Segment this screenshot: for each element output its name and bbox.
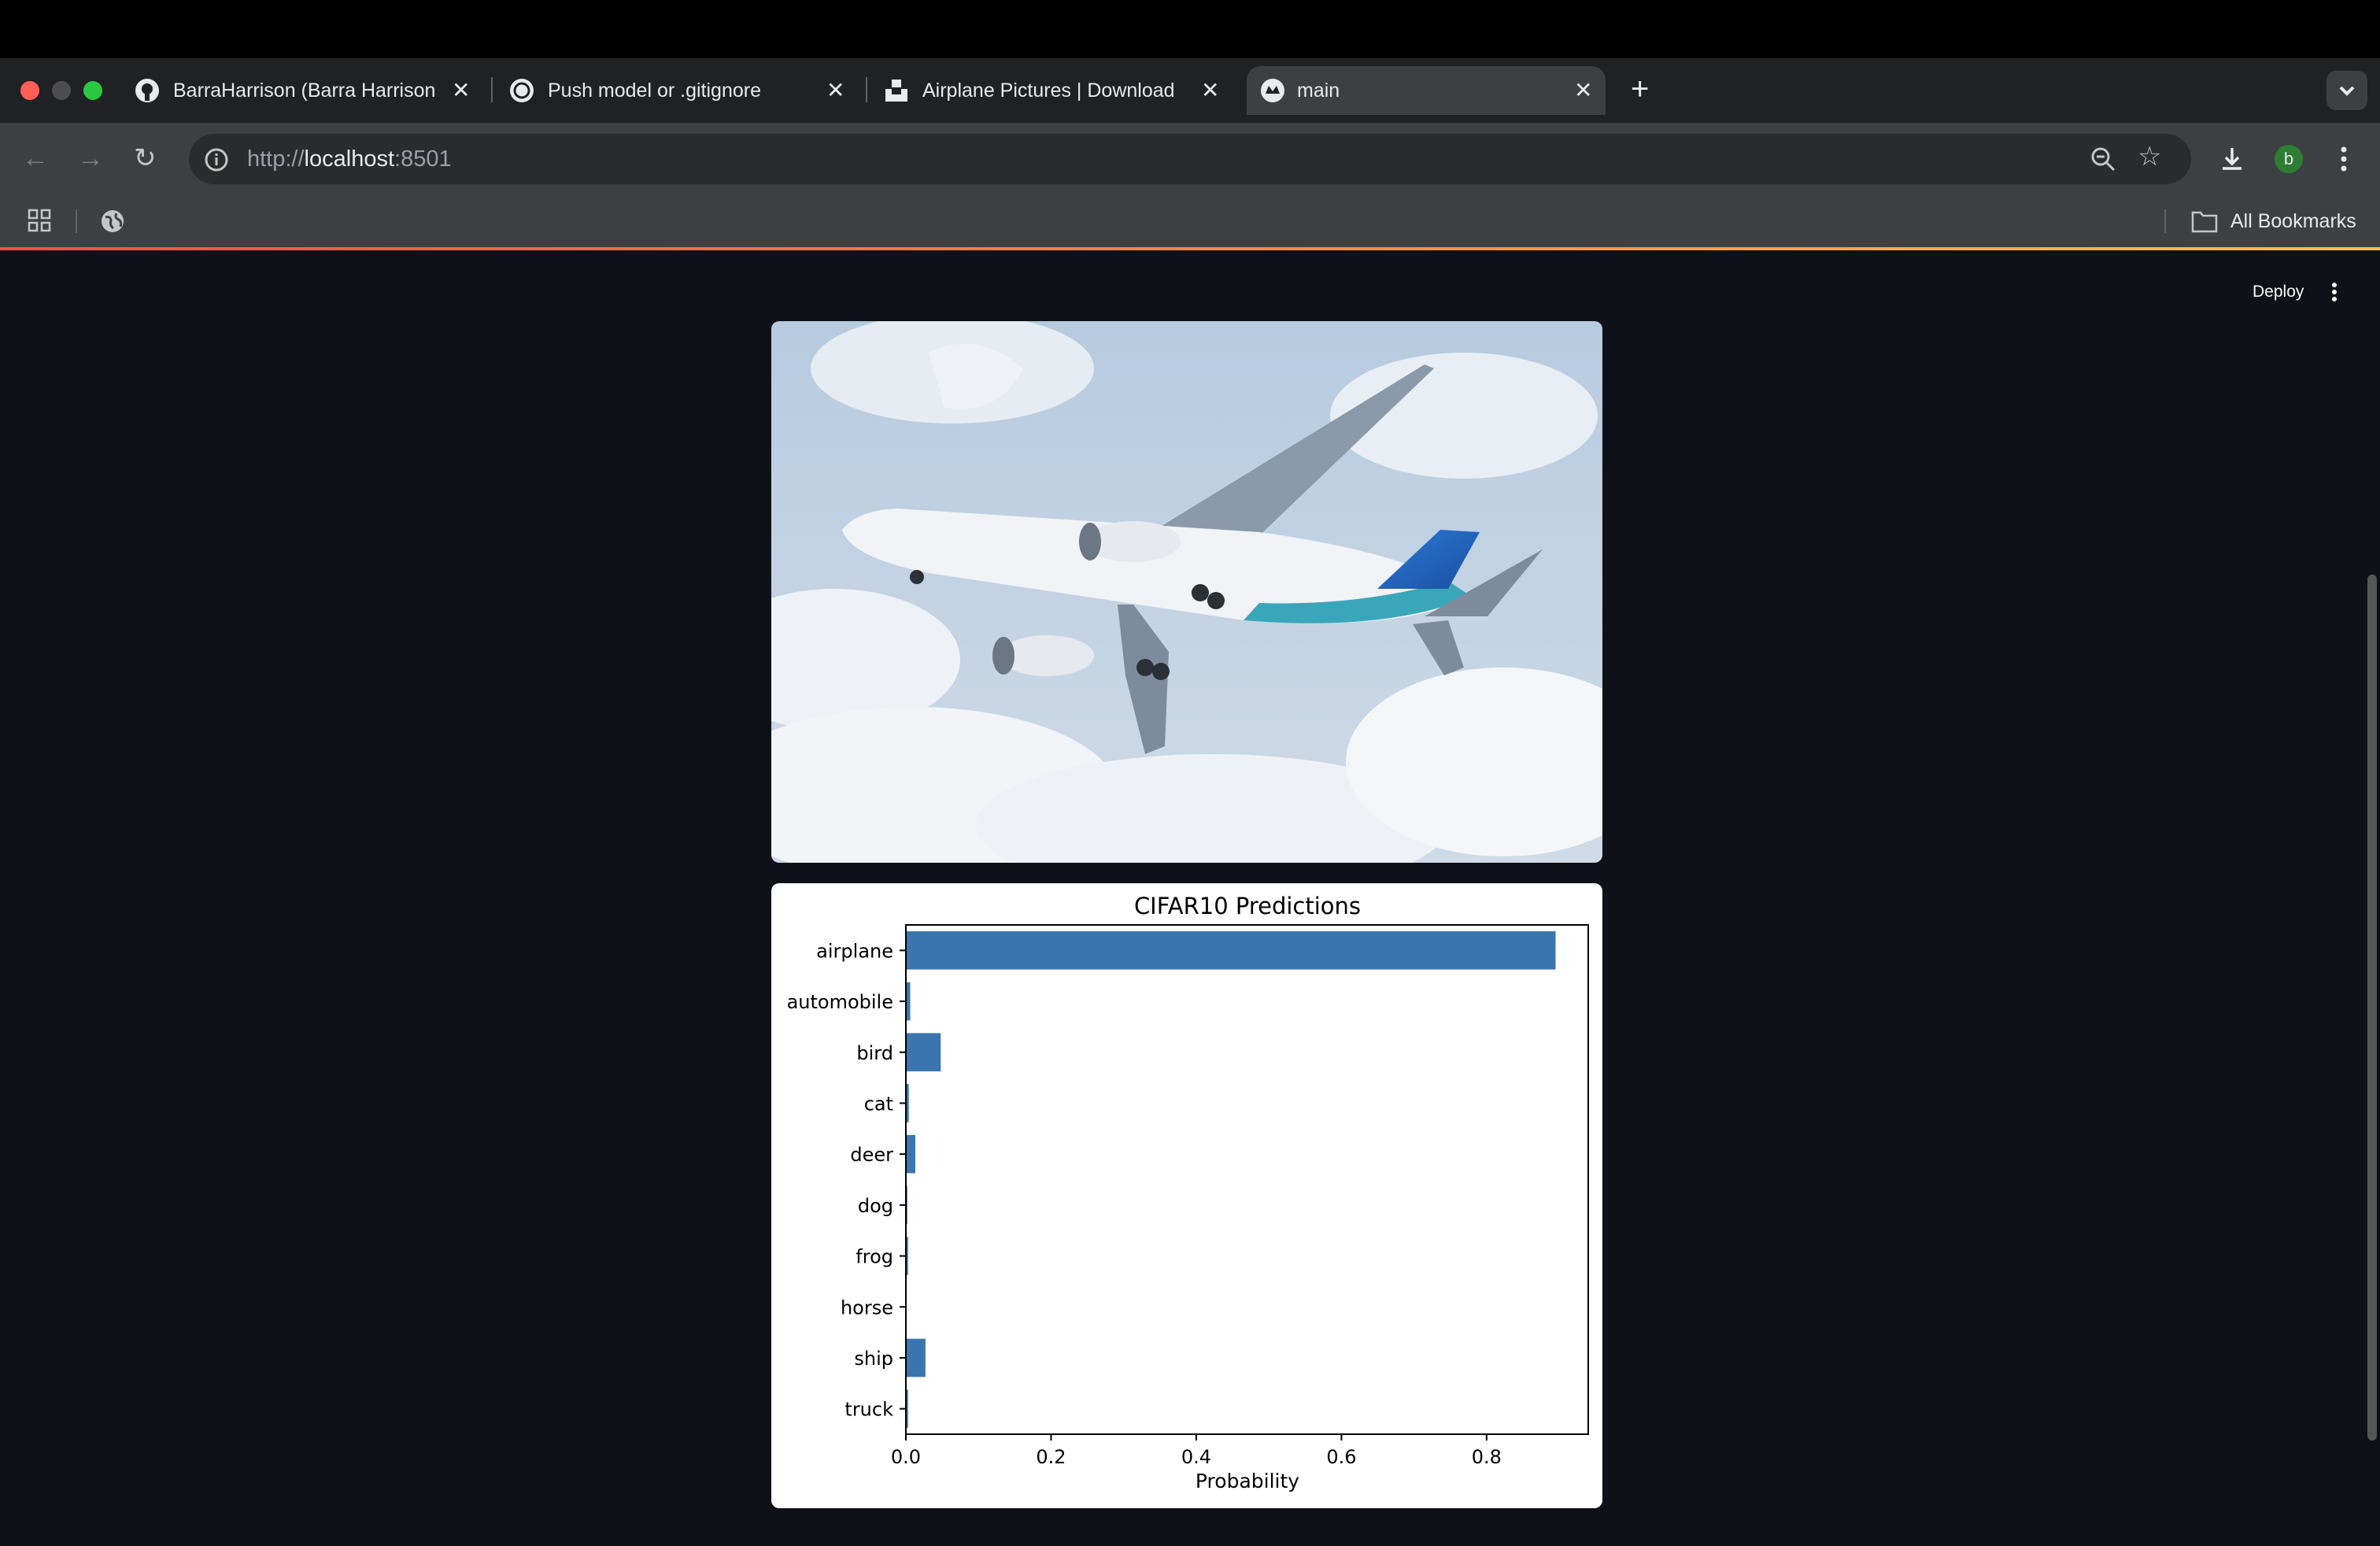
url-text: http://localhost:8501 — [247, 145, 452, 173]
y-tick-label: airplane — [816, 940, 893, 962]
predictions-chart: CIFAR10 Predictions airplane automobile bi… — [787, 893, 1589, 1492]
site-info-icon[interactable] — [203, 146, 230, 173]
y-tick-label: bird — [856, 1042, 893, 1064]
chevron-down-icon — [2339, 86, 2355, 96]
globe-icon[interactable] — [99, 208, 126, 235]
more-vert-icon[interactable] — [2334, 143, 2353, 175]
bar-bird — [906, 1033, 941, 1072]
airplane-photo — [771, 321, 1602, 863]
y-tick-label: deer — [850, 1144, 893, 1166]
unsplash-icon — [885, 80, 907, 102]
close-icon[interactable]: ✕ — [452, 80, 470, 102]
streamlit-icon — [1261, 79, 1284, 102]
close-icon[interactable]: ✕ — [826, 80, 844, 102]
y-tick-label: ship — [854, 1348, 893, 1370]
tab-label: main — [1297, 80, 1340, 102]
url-port: :8501 — [394, 146, 452, 172]
x-axis-label: Probability — [1196, 1470, 1299, 1492]
address-bar[interactable] — [189, 134, 2191, 184]
tab-chatgpt[interactable]: Push model or .gitignore ✕ — [501, 66, 863, 115]
bar-ship — [906, 1338, 926, 1378]
openai-icon — [510, 79, 534, 102]
x-tick-label: 0.8 — [1472, 1446, 1502, 1468]
y-tick-label: horse — [841, 1296, 893, 1319]
reload-icon[interactable]: ↻ — [134, 145, 157, 172]
star-icon[interactable]: ☆ — [2138, 143, 2161, 170]
apps-grid-icon[interactable] — [27, 208, 52, 233]
back-icon[interactable]: ← — [22, 145, 49, 172]
close-window-button[interactable] — [20, 81, 39, 100]
bookmarks-divider — [76, 209, 77, 233]
deploy-button[interactable]: Deploy — [2252, 280, 2304, 304]
y-tick-label: cat — [864, 1093, 893, 1115]
uploaded-image — [771, 321, 1602, 863]
chart-card: CIFAR10 Predictions airplane automobile bi… — [771, 883, 1602, 1508]
plot-frame — [905, 924, 1589, 1435]
tab-divider — [866, 77, 867, 102]
new-tab-button[interactable]: + — [1631, 73, 1649, 105]
x-tick-label: 0.0 — [891, 1446, 921, 1468]
download-icon[interactable] — [2216, 143, 2248, 175]
x-tick-label: 0.6 — [1326, 1446, 1356, 1468]
all-bookmarks-link[interactable]: All Bookmarks — [2230, 208, 2356, 235]
page-scrollbar[interactable] — [2367, 575, 2377, 1441]
bookmarks-bar — [0, 194, 2380, 249]
close-icon[interactable]: ✕ — [1201, 80, 1219, 102]
bookmarks-divider — [2164, 209, 2166, 233]
close-icon[interactable]: ✕ — [1574, 80, 1592, 102]
folder-icon — [2191, 211, 2218, 233]
tab-label: Airplane Pictures | Download — [922, 80, 1175, 102]
url-scheme: http:// — [247, 146, 305, 172]
os-top-bar — [0, 0, 2380, 58]
maximize-window-button[interactable] — [83, 81, 102, 100]
y-tick-label: frog — [856, 1246, 893, 1268]
forward-icon[interactable]: → — [77, 145, 104, 172]
bar-deer — [906, 1134, 915, 1174]
tab-divider — [491, 77, 493, 102]
minimize-window-button[interactable] — [52, 81, 71, 100]
x-tick-label: 0.4 — [1181, 1446, 1211, 1468]
bar-airplane — [906, 931, 1556, 970]
profile-avatar[interactable]: b — [2275, 145, 2303, 173]
main-menu-icon[interactable] — [2325, 280, 2344, 304]
tab-unsplash[interactable]: Airplane Pictures | Download ✕ — [875, 66, 1237, 115]
x-tick-label: 0.2 — [1036, 1446, 1066, 1468]
tab-label: BarraHarrison (Barra Harrison — [173, 80, 436, 102]
tab-github[interactable]: BarraHarrison (Barra Harrison ✕ — [126, 66, 488, 115]
zoom-icon[interactable] — [2089, 145, 2117, 173]
chart-title: CIFAR10 Predictions — [1134, 893, 1361, 919]
url-host: localhost — [304, 146, 395, 172]
github-icon — [135, 79, 159, 102]
tab-search-button[interactable] — [2326, 71, 2367, 110]
tab-label: Push model or .gitignore — [548, 80, 761, 102]
y-tick-label: dog — [858, 1195, 893, 1217]
y-tick-label: truck — [844, 1399, 893, 1421]
tab-main[interactable]: main ✕ — [1247, 66, 1606, 115]
streamlit-header-decoration — [0, 247, 2380, 250]
y-tick-label: automobile — [787, 991, 893, 1013]
